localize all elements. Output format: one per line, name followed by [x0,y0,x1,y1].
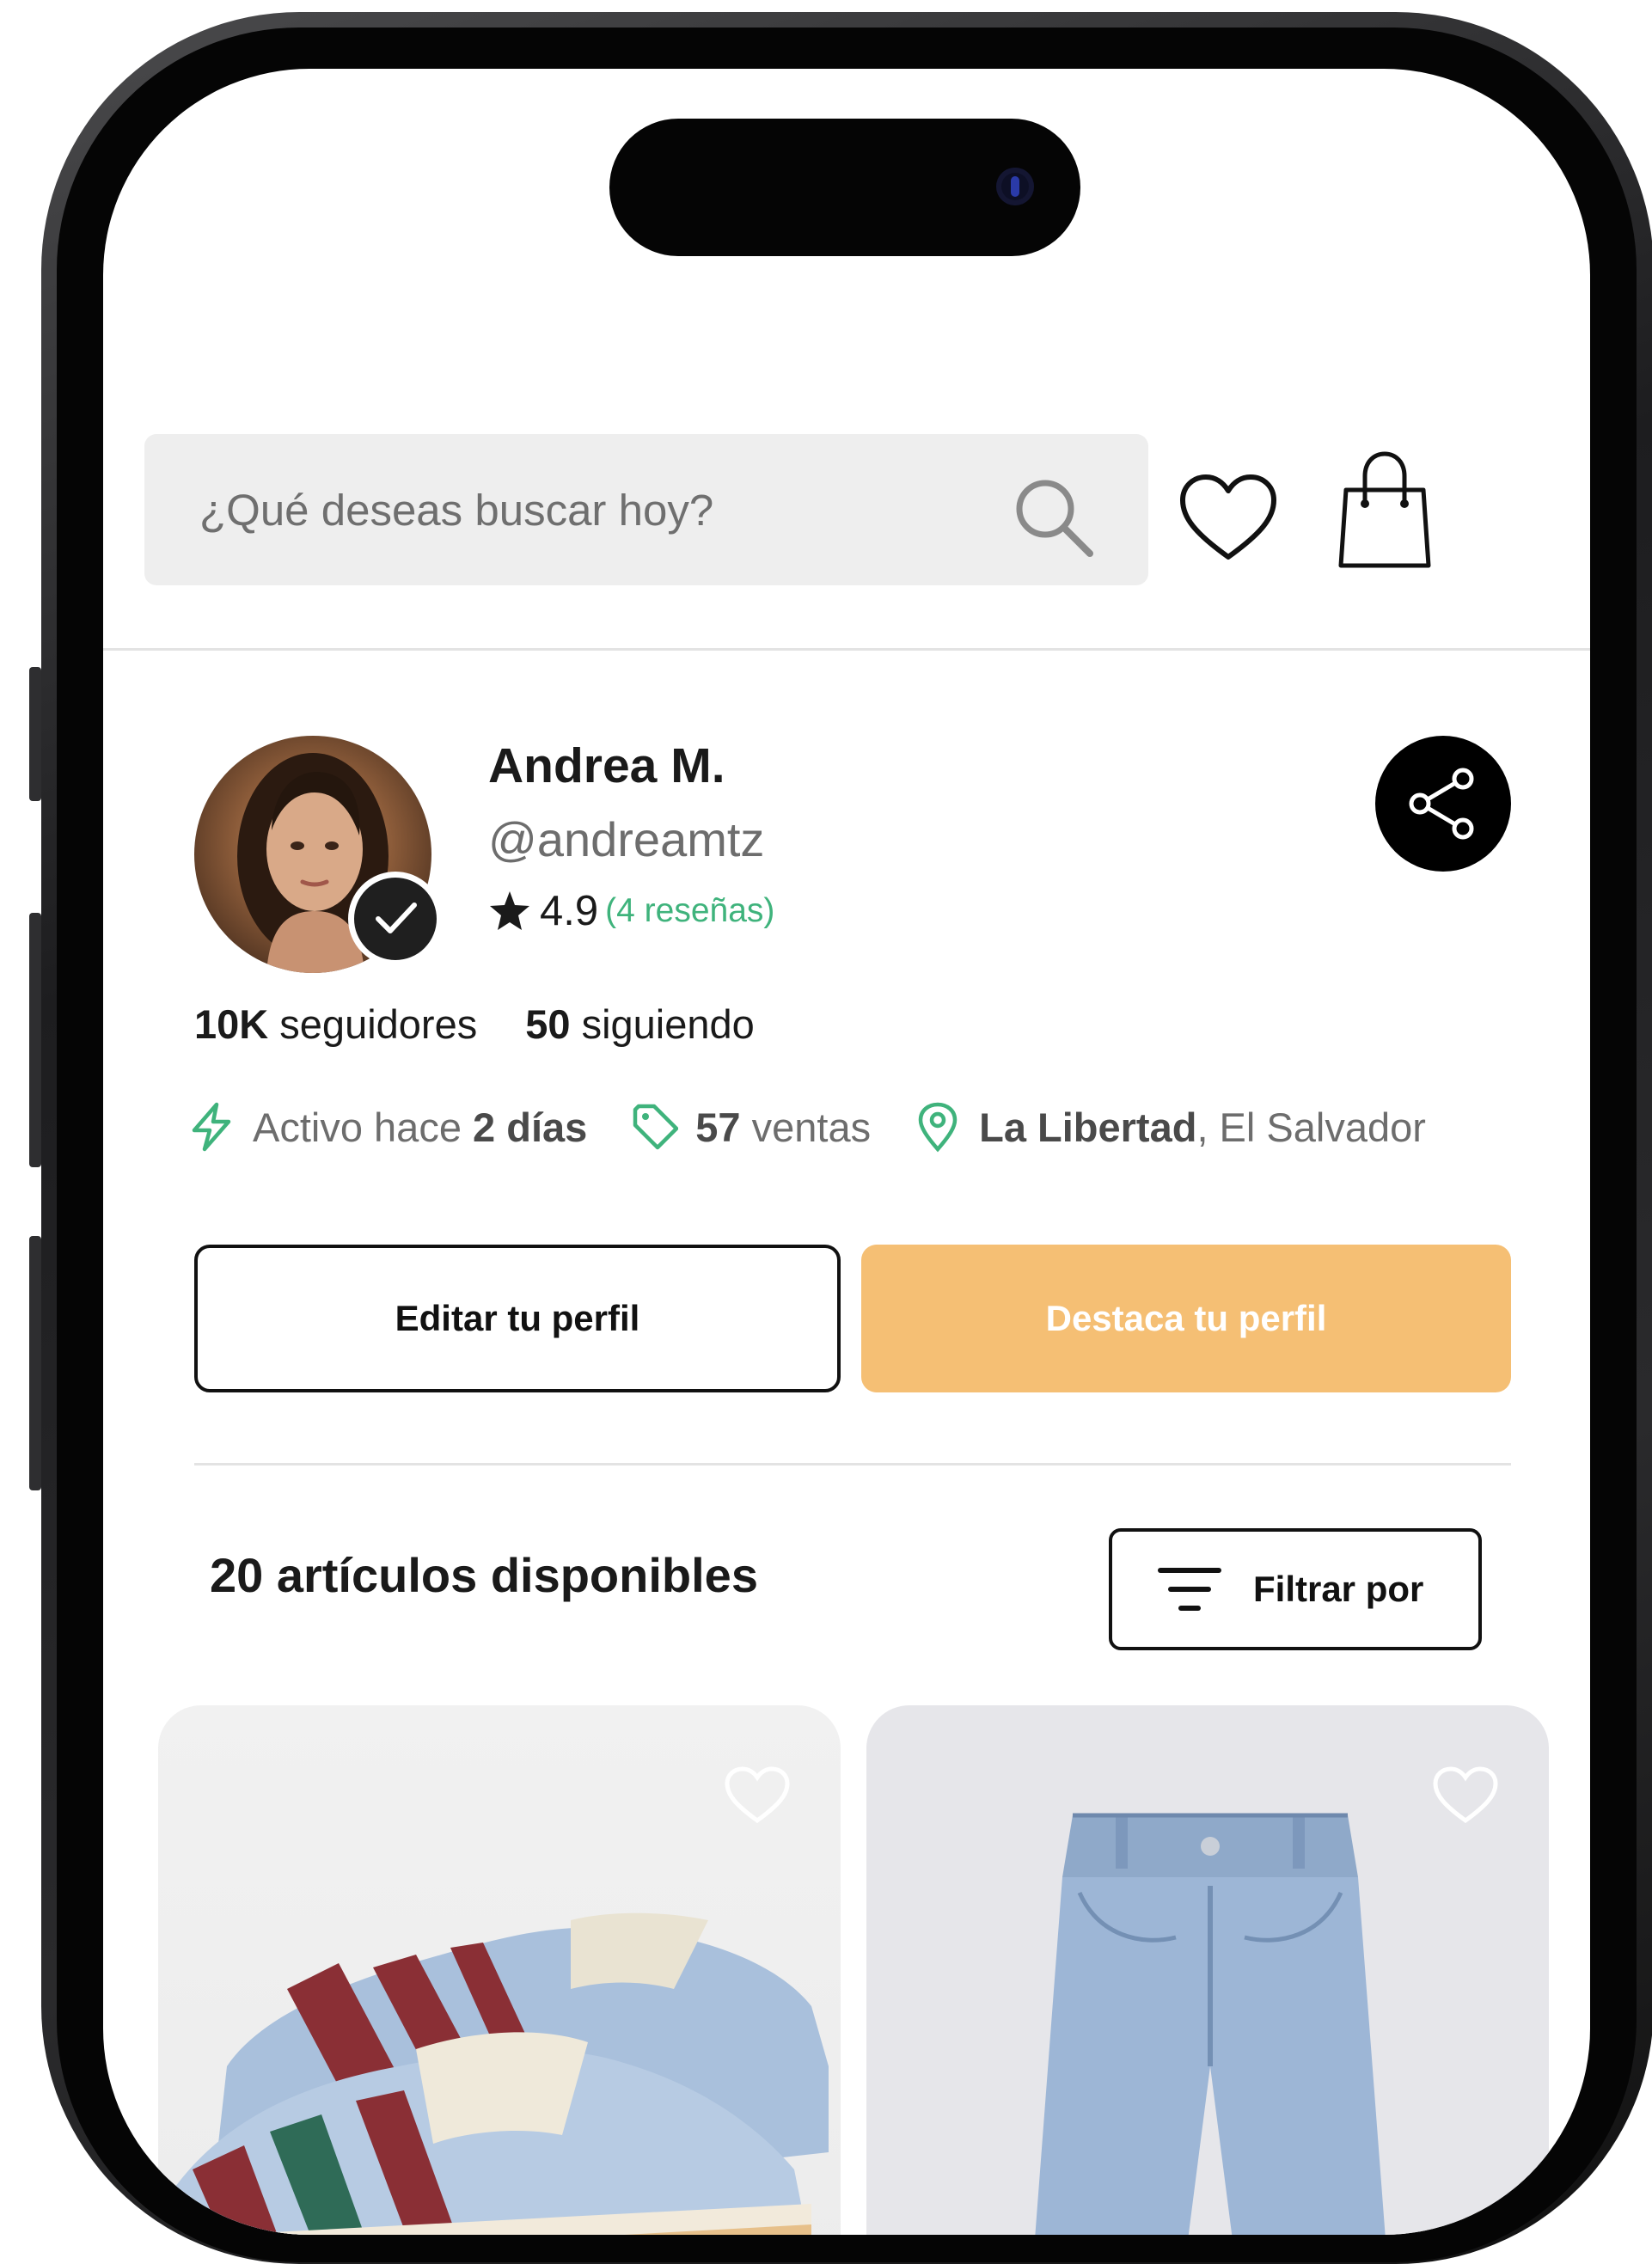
location: La Libertad, El Salvador [914,1101,1426,1153]
search-icon[interactable] [1011,474,1097,560]
header-divider [103,648,1590,651]
filter-button[interactable]: Filtrar por [1109,1528,1482,1650]
followers-stat[interactable]: 10K seguidores [194,1001,477,1047]
product-card[interactable] [866,1705,1549,2235]
rating-value: 4.9 [540,888,599,934]
search-bar[interactable] [144,434,1148,585]
dynamic-island [609,119,1080,256]
shopping-bag-icon[interactable] [1334,450,1435,571]
share-button[interactable] [1375,736,1511,872]
sales-count: 57 ventas [630,1101,871,1153]
section-divider [194,1463,1511,1465]
volume-up-button [29,913,41,1167]
favorite-heart-icon[interactable] [1432,1765,1499,1826]
camera-icon [996,168,1034,205]
favorite-heart-icon[interactable] [724,1765,791,1826]
verified-badge-icon [348,872,443,966]
action-button [29,667,41,801]
phone-screen: Andrea M. @andreamtz 4.9 (4 reseñas) 10K… [103,69,1590,2235]
following-stat[interactable]: 50 siguiendo [525,1001,755,1047]
search-input[interactable] [199,434,973,585]
filter-label: Filtrar por [1253,1569,1424,1609]
tag-icon [633,1104,679,1150]
reviews-link[interactable]: (4 reseñas) [605,892,774,930]
follow-stats: 10K seguidores 50 siguiendo [194,1000,755,1048]
profile-meta: Activo hace 2 días 57 ventas La Libertad… [187,1097,1528,1157]
star-icon [490,891,529,930]
share-icon [1409,768,1474,840]
listing-count-title: 20 artículos disponibles [210,1548,758,1602]
profile-handle: @andreamtz [488,812,765,866]
filter-icon [1158,1568,1221,1611]
edit-profile-button[interactable]: Editar tu perfil [194,1245,841,1392]
feature-profile-button[interactable]: Destaca tu perfil [861,1245,1511,1392]
product-card[interactable] [158,1705,841,2235]
location-pin-icon [918,1102,958,1153]
lightning-icon [192,1102,231,1152]
activity-status: Activo hace 2 días [187,1101,587,1153]
profile-name: Andrea M. [488,738,725,793]
heart-icon[interactable] [1178,473,1279,562]
volume-down-button [29,1236,41,1490]
profile-rating: 4.9 (4 reseñas) [488,887,774,935]
